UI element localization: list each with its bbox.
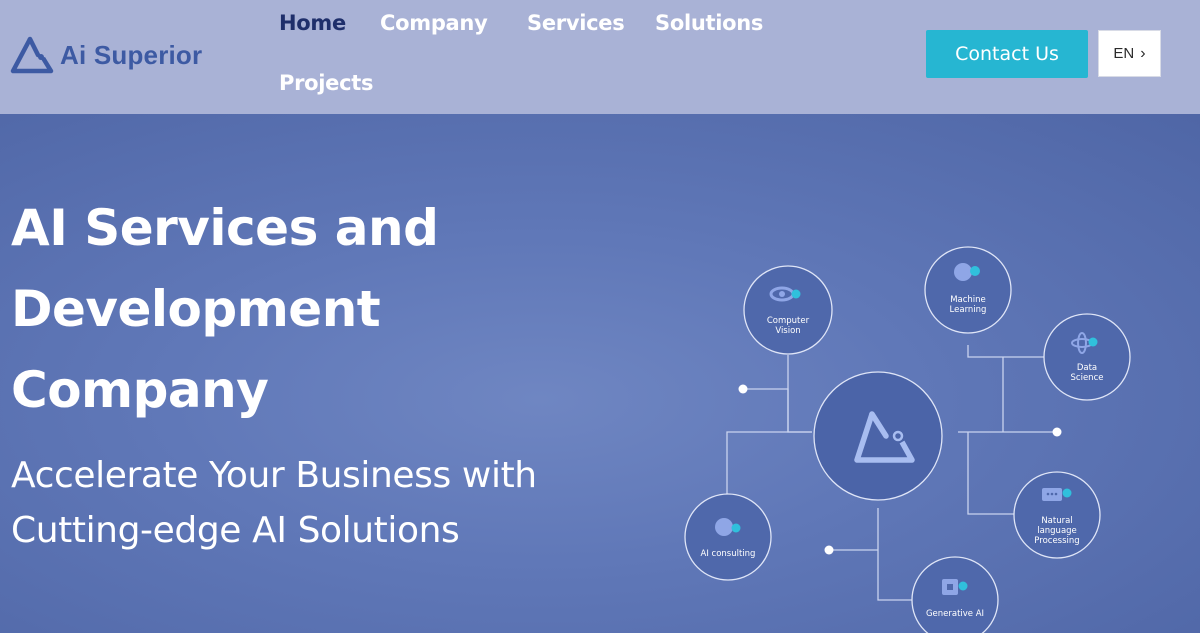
language-selector[interactable]: EN › <box>1098 30 1161 77</box>
site-header: Ai Superior Home Company Services Soluti… <box>0 0 1200 114</box>
hero-section: AI Services and Development Company Acce… <box>0 114 1200 633</box>
language-code: EN <box>1113 45 1135 62</box>
node-label: Data <box>1077 363 1097 373</box>
node-label: Natural <box>1041 516 1072 526</box>
node-label: Learning <box>950 305 987 315</box>
node-ai-consulting[interactable]: AI consulting <box>684 493 772 581</box>
nav-home[interactable]: Home <box>279 11 346 35</box>
node-generative-ai[interactable]: Generative AI <box>911 556 999 633</box>
nav-projects[interactable]: Projects <box>279 71 374 95</box>
node-label: AI consulting <box>701 549 756 559</box>
node-label: Processing <box>1034 536 1079 546</box>
center-logo-node <box>813 371 943 501</box>
node-machine-learning[interactable]: Machine Learning <box>924 246 1012 334</box>
brand-name: Ai Superior <box>60 39 203 70</box>
node-label: Machine <box>950 295 986 305</box>
logo-triangle-icon <box>10 36 54 74</box>
node-label: Generative AI <box>926 609 984 619</box>
nav-company[interactable]: Company <box>380 11 488 35</box>
node-label: language <box>1037 526 1077 536</box>
node-label: Computer <box>767 316 810 326</box>
node-computer-vision[interactable]: Computer Vision <box>743 265 833 355</box>
node-label: Vision <box>775 326 800 336</box>
contact-us-button[interactable]: Contact Us <box>926 30 1088 78</box>
nav-services[interactable]: Services <box>527 11 625 35</box>
chevron-right-icon: › <box>1140 44 1146 62</box>
node-nlp[interactable]: Natural language Processing <box>1013 471 1101 559</box>
node-data-science[interactable]: Data Science <box>1043 313 1131 401</box>
brand-logo[interactable]: Ai Superior <box>10 36 202 74</box>
ai-services-diagram: Computer Vision Machine Learning Data Sc… <box>684 246 1131 633</box>
nav-solutions[interactable]: Solutions <box>655 11 763 35</box>
node-label: Science <box>1071 373 1104 383</box>
